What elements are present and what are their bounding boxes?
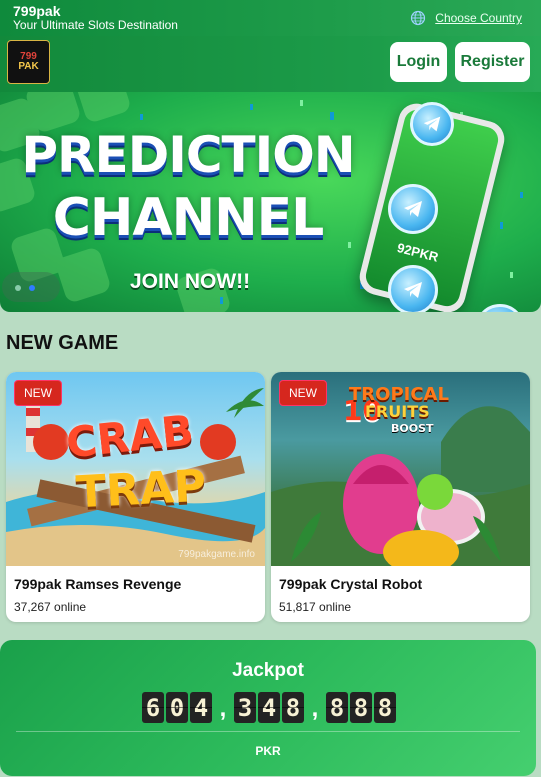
logo-line-2: PAK — [18, 61, 39, 72]
game-art-title-3: BOOST — [391, 422, 434, 435]
game-card[interactable]: 10 TROPICAL FRUITS BOOST NEW 799pak Crys… — [271, 372, 530, 622]
carousel-indicator[interactable] — [2, 272, 60, 302]
jackpot-currency: PKR — [255, 744, 281, 758]
banner-headline-line-1: PREDICTION — [21, 126, 355, 184]
section-title: NEW GAME — [6, 332, 119, 354]
globe-icon — [410, 10, 426, 26]
site-logo[interactable]: 799 PAK — [7, 40, 50, 84]
jackpot-separator: , — [311, 695, 319, 722]
top-bar: 799pak Your Ultimate Slots Destination C… — [0, 0, 541, 36]
watermark: 799pakgame.info — [178, 549, 255, 560]
banner-join-now-text: JOIN NOW!! — [130, 270, 251, 293]
carousel-dot-active[interactable] — [29, 285, 35, 291]
header: 799 PAK Login Register — [0, 36, 541, 92]
jackpot-divider — [16, 731, 520, 732]
phone-brand-text: 92PKR — [395, 240, 440, 265]
jackpot-counter: 6 0 4 , 3 4 8 , 8 8 8 — [142, 692, 396, 723]
promo-banner[interactable]: PREDICTION CHANNEL JOIN NOW!! 92PKR — [0, 92, 541, 312]
jackpot-separator: , — [219, 695, 227, 722]
choose-country-label: Choose Country — [435, 11, 522, 25]
jackpot-digit: 8 — [350, 692, 372, 723]
game-title[interactable]: 799pak Ramses Revenge — [14, 576, 181, 592]
jackpot-digit: 0 — [166, 692, 188, 723]
carousel-dot-inactive[interactable] — [15, 285, 21, 291]
game-thumbnail[interactable]: CRAB TRAP NEW 799pakgame.info — [6, 372, 265, 566]
telegram-icon — [410, 102, 454, 146]
banner-headline-line-2: CHANNEL — [52, 188, 325, 248]
register-button[interactable]: Register — [455, 42, 530, 82]
choose-country-link[interactable]: Choose Country — [410, 10, 522, 26]
site-tagline: Your Ultimate Slots Destination — [13, 18, 178, 32]
online-count: 37,267 online — [14, 600, 87, 614]
site-name: 799pak — [13, 3, 61, 19]
jackpot-digit: 6 — [142, 692, 164, 723]
jackpot-digit: 8 — [282, 692, 304, 723]
jackpot-digit: 4 — [258, 692, 280, 723]
jackpot-panel: Jackpot 6 0 4 , 3 4 8 , 8 8 8 PKR — [0, 640, 536, 776]
login-button[interactable]: Login — [390, 42, 447, 82]
game-card[interactable]: CRAB TRAP NEW 799pakgame.info 799pak Ram… — [6, 372, 265, 622]
jackpot-digit: 3 — [234, 692, 256, 723]
telegram-icon — [388, 184, 438, 234]
jackpot-title: Jackpot — [232, 660, 304, 681]
telegram-icon — [388, 265, 438, 312]
game-art-title-2: TRAP — [74, 460, 208, 519]
jackpot-digit: 8 — [374, 692, 396, 723]
new-badge: NEW — [14, 380, 62, 406]
jackpot-digit: 4 — [190, 692, 212, 723]
new-badge: NEW — [279, 380, 327, 406]
game-thumbnail[interactable]: 10 TROPICAL FRUITS BOOST NEW — [271, 372, 530, 566]
online-count: 51,817 online — [279, 600, 352, 614]
game-title[interactable]: 799pak Crystal Robot — [279, 576, 422, 592]
jackpot-digit: 8 — [326, 692, 348, 723]
game-art-title-2: FRUITS — [365, 402, 430, 421]
